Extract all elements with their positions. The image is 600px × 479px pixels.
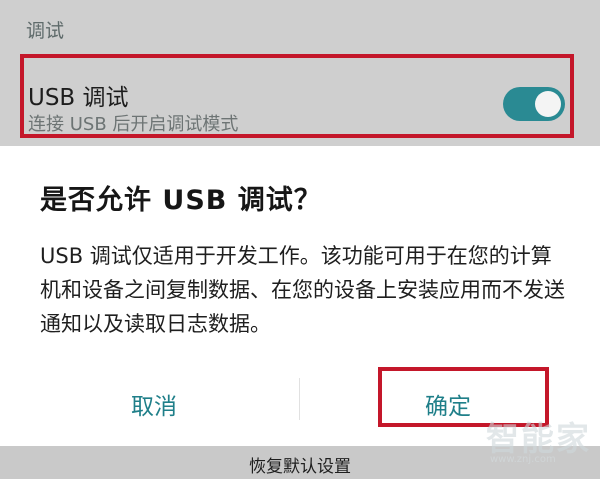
allow-usb-debugging-dialog: 是否允许 USB 调试？ USB 调试仅适用于开发工作。该功能可用于在您的计算机… <box>0 146 600 446</box>
dialog-title: 是否允许 USB 调试？ <box>40 185 322 216</box>
dialog-message: USB 调试仅适用于开发工作。该功能可用于在您的计算机和设备之间复制数据、在您的… <box>40 244 565 336</box>
watermark-url: www.znj.com <box>490 454 556 465</box>
button-divider <box>299 378 300 420</box>
watermark-logo-text: 智能家 <box>486 419 591 458</box>
section-header-debug: 调试 <box>26 20 65 42</box>
site-watermark: 智能家 www.znj.com <box>486 412 594 472</box>
cancel-button[interactable]: 取消 <box>44 378 264 430</box>
highlight-box-usb-setting <box>20 54 574 138</box>
